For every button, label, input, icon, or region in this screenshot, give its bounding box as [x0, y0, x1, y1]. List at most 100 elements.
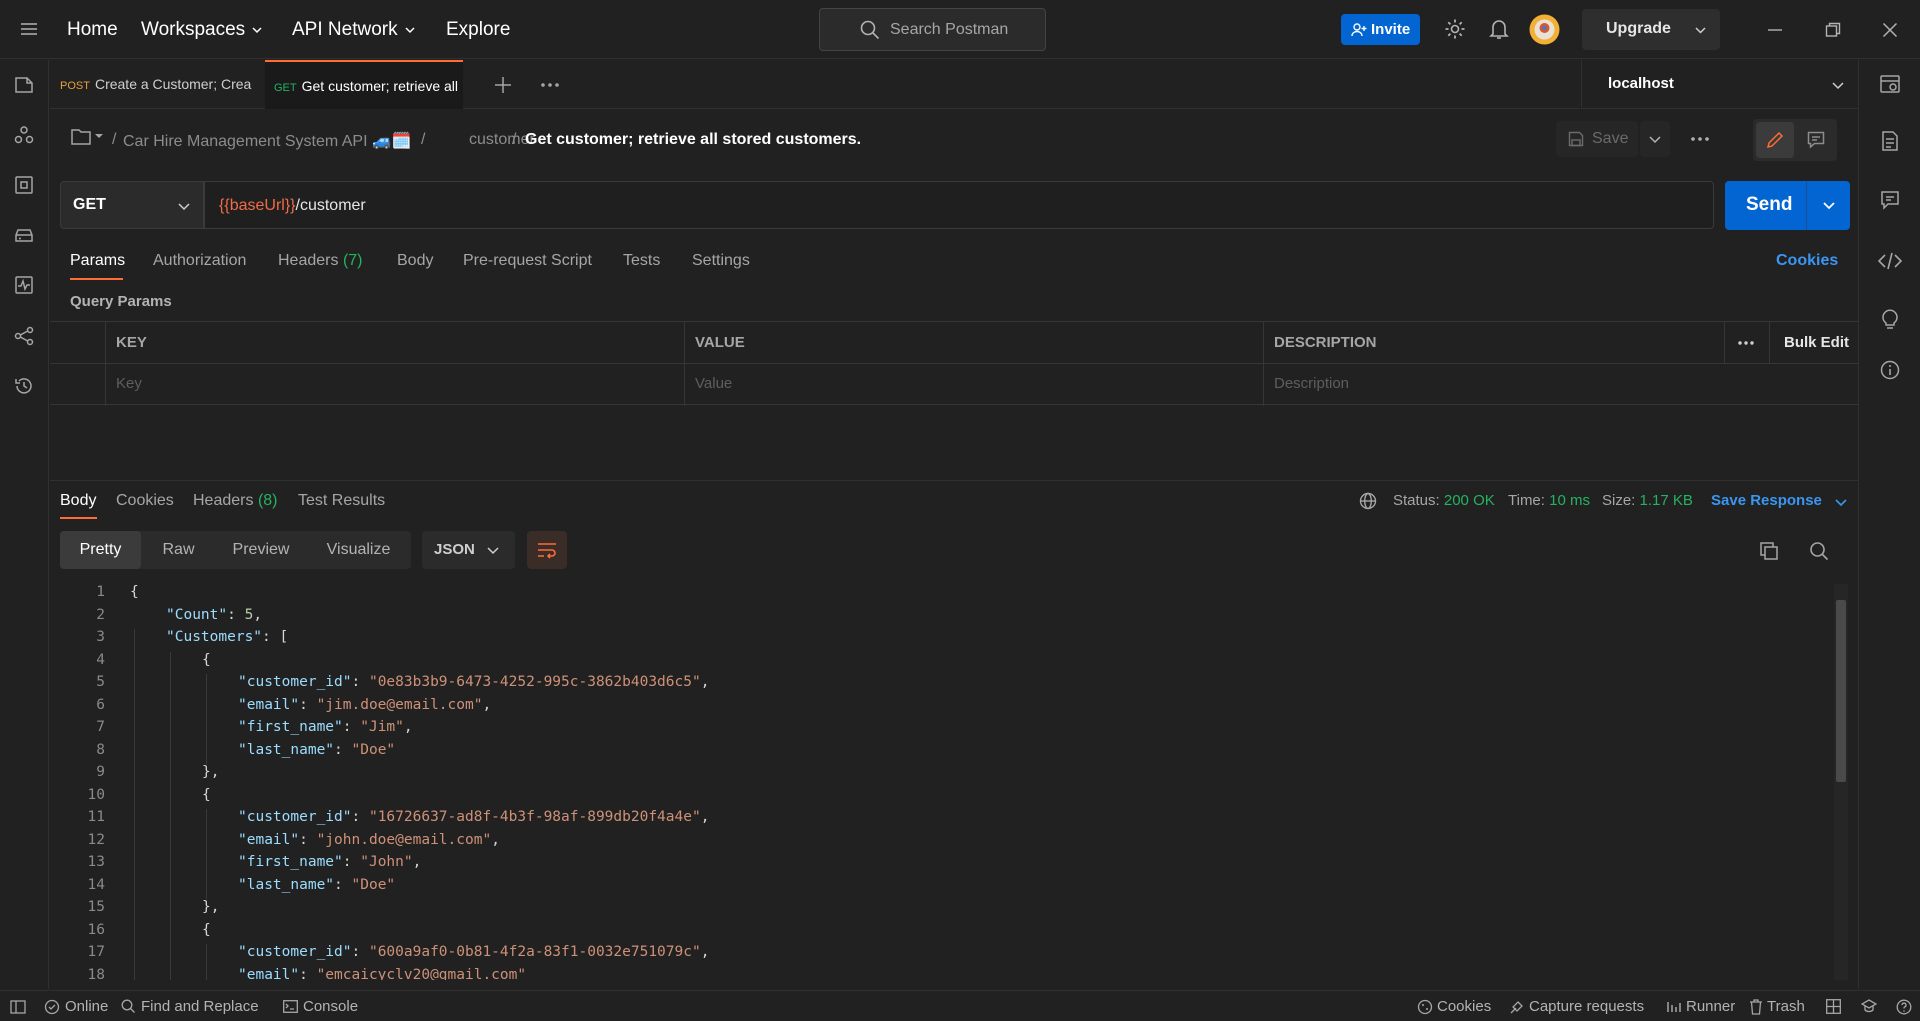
- view-visualize-button[interactable]: Visualize: [306, 531, 411, 569]
- tab-tests[interactable]: Tests: [623, 252, 660, 270]
- find-replace-button[interactable]: Find and Replace: [141, 998, 259, 1015]
- save-response-button[interactable]: Save Response: [1711, 492, 1822, 509]
- globe-icon[interactable]: [1359, 492, 1377, 510]
- response-tab-body[interactable]: Body: [60, 492, 96, 510]
- format-select[interactable]: JSON: [422, 531, 515, 569]
- avatar[interactable]: [1529, 14, 1560, 45]
- response-body-viewer[interactable]: 1 {2 "Count": 5, 3 "Customers": [4 {5 "custome…: [50, 584, 1832, 980]
- environments-icon[interactable]: [14, 175, 34, 195]
- collection-icon[interactable]: [70, 127, 106, 147]
- line-number: 15: [87, 899, 105, 915]
- cookies-link[interactable]: Cookies: [1776, 252, 1838, 270]
- wrap-lines-button[interactable]: [527, 531, 567, 569]
- code-icon[interactable]: [1878, 252, 1902, 270]
- line-number: 4: [96, 651, 105, 668]
- tab-settings[interactable]: Settings: [692, 252, 750, 270]
- json-punctuation: },: [202, 899, 220, 915]
- nav-api-network[interactable]: API Network: [292, 0, 416, 59]
- column-header-description: DESCRIPTION: [1274, 334, 1377, 351]
- url-variable: {{baseUrl}}: [219, 197, 296, 214]
- send-button[interactable]: Send: [1725, 181, 1850, 230]
- scrollbar-thumb[interactable]: [1836, 600, 1846, 782]
- method-select[interactable]: GET: [60, 181, 204, 229]
- view-preview-button[interactable]: Preview: [216, 531, 306, 569]
- upgrade-button[interactable]: Upgrade: [1582, 9, 1720, 50]
- tab-authorization[interactable]: Authorization: [153, 252, 246, 270]
- search-input[interactable]: Search Postman: [819, 8, 1046, 51]
- save-options-button[interactable]: [1640, 121, 1670, 157]
- comments-icon[interactable]: [1880, 190, 1900, 210]
- value-input[interactable]: Value: [695, 375, 732, 392]
- view-pretty-button[interactable]: Pretty: [60, 531, 141, 569]
- collections-icon[interactable]: [14, 75, 34, 95]
- format-value: JSON: [434, 541, 475, 558]
- flows-icon[interactable]: [14, 326, 34, 346]
- sidebar-toggle-icon[interactable]: [10, 1000, 26, 1014]
- monitors-icon[interactable]: [14, 275, 34, 295]
- response-tab-test-results[interactable]: Test Results: [298, 492, 385, 510]
- info-icon[interactable]: [1880, 360, 1900, 380]
- environment-selector[interactable]: localhost: [1581, 60, 1858, 109]
- tab-params[interactable]: Params: [70, 252, 125, 270]
- bulk-edit-button[interactable]: Bulk Edit: [1784, 334, 1849, 351]
- status-indicator[interactable]: Status: 200 OK: [1393, 492, 1495, 509]
- copy-icon[interactable]: [1759, 541, 1779, 561]
- response-divider[interactable]: [50, 480, 1858, 481]
- tab-headers[interactable]: Headers (7): [278, 252, 363, 270]
- capture-requests-button[interactable]: Capture requests: [1529, 998, 1644, 1015]
- tab-create-customer[interactable]: POST Create a Customer; Crea: [60, 60, 263, 109]
- key-input[interactable]: Key: [116, 375, 142, 392]
- tab-get-customer[interactable]: GET Get customer; retrieve all: [265, 60, 463, 109]
- nav-explore[interactable]: Explore: [446, 0, 510, 59]
- breadcrumb-collection[interactable]: Car Hire Management System API 🚙🗓️: [123, 131, 412, 151]
- minimize-icon[interactable]: [1767, 22, 1783, 38]
- query-params-title: Query Params: [70, 293, 172, 310]
- nav-workspaces[interactable]: Workspaces: [141, 0, 263, 59]
- bell-icon[interactable]: [1489, 18, 1509, 40]
- bootcamp-icon[interactable]: [1861, 999, 1877, 1014]
- console-button[interactable]: Console: [303, 998, 358, 1015]
- response-tab-headers[interactable]: Headers (8): [193, 492, 278, 510]
- lightbulb-icon[interactable]: [1880, 308, 1900, 330]
- history-icon[interactable]: [14, 376, 34, 396]
- chevron-down-icon[interactable]: [1822, 199, 1836, 211]
- cookies-button[interactable]: Cookies: [1437, 998, 1491, 1015]
- tab-body[interactable]: Body: [397, 252, 433, 270]
- env-quicklook-icon[interactable]: [1879, 73, 1901, 95]
- apis-icon[interactable]: [14, 125, 34, 145]
- breadcrumb-request[interactable]: Get customer; retrieve all stored custom…: [525, 131, 861, 149]
- invite-button[interactable]: Invite: [1341, 14, 1420, 45]
- search-icon[interactable]: [1809, 541, 1829, 561]
- cookie-icon: [1417, 999, 1433, 1015]
- online-status-icon: [44, 999, 60, 1015]
- more-icon[interactable]: [540, 82, 560, 88]
- edit-mode-button[interactable]: [1756, 122, 1794, 158]
- time-indicator[interactable]: Time: 10 ms: [1508, 492, 1590, 509]
- more-icon[interactable]: [1690, 136, 1710, 142]
- response-tab-cookies[interactable]: Cookies: [116, 492, 174, 510]
- comment-mode-button[interactable]: [1798, 122, 1834, 158]
- mock-servers-icon[interactable]: [14, 226, 34, 246]
- help-icon[interactable]: [1896, 999, 1912, 1015]
- breadcrumb-separator: /: [112, 131, 117, 148]
- chevron-down-icon[interactable]: [1834, 496, 1848, 508]
- json-punctuation: :: [334, 741, 352, 758]
- close-icon[interactable]: [1882, 22, 1898, 38]
- description-input[interactable]: Description: [1274, 375, 1349, 392]
- nav-home[interactable]: Home: [67, 0, 118, 59]
- url-input[interactable]: {{baseUrl}}/customer: [204, 181, 1714, 229]
- trash-button[interactable]: Trash: [1767, 998, 1805, 1015]
- runner-button[interactable]: Runner: [1686, 998, 1735, 1015]
- view-raw-button[interactable]: Raw: [141, 531, 216, 569]
- save-button[interactable]: Save: [1556, 121, 1638, 157]
- tab-pre-request-script[interactable]: Pre-request Script: [463, 252, 592, 270]
- plus-icon[interactable]: [494, 76, 512, 94]
- settings-icon[interactable]: [1444, 18, 1466, 40]
- docs-icon[interactable]: [1880, 130, 1900, 152]
- layout-icon[interactable]: [1826, 999, 1841, 1014]
- online-status[interactable]: Online: [65, 998, 108, 1015]
- size-indicator[interactable]: Size: 1.17 KB: [1602, 492, 1693, 509]
- menu-icon[interactable]: [20, 20, 38, 38]
- restore-icon[interactable]: [1825, 22, 1841, 38]
- more-icon[interactable]: [1737, 340, 1755, 346]
